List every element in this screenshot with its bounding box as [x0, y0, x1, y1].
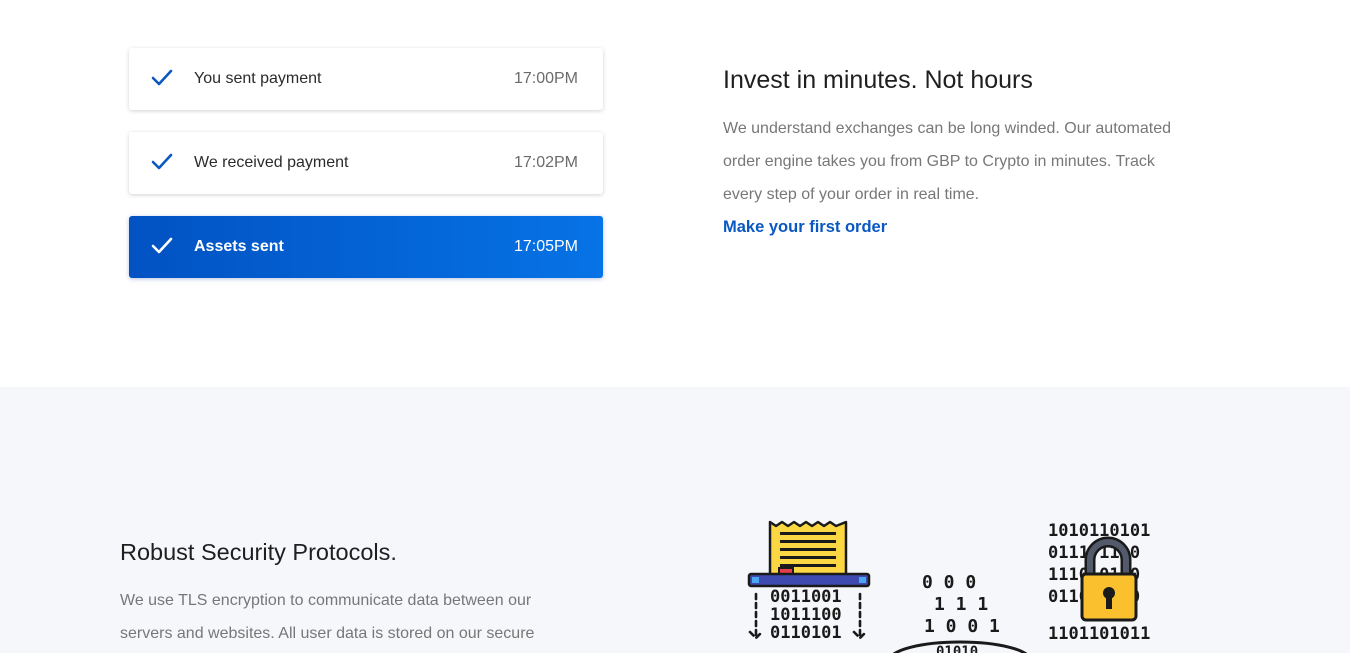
step-card-assets-sent: Assets sent 17:05PM	[129, 216, 603, 278]
binary-row: 1 0 0 1	[924, 616, 1000, 637]
binary-row: 0110101	[770, 623, 842, 643]
security-heading: Robust Security Protocols.	[120, 539, 397, 565]
document-shredder-icon: 0011001 1011100 0110101	[747, 520, 871, 643]
step-label: We received payment	[194, 154, 349, 171]
binary-row: 1101101011	[1048, 624, 1150, 644]
checkmark-icon	[151, 237, 173, 254]
order-tracking-section: You sent payment 17:00PM We received pay…	[0, 0, 1350, 387]
step-card-received-payment: We received payment 17:02PM	[129, 132, 603, 194]
checkmark-icon	[151, 69, 173, 86]
binary-row: 0 0 0	[922, 572, 976, 593]
security-description: We use TLS encryption to communicate dat…	[120, 592, 535, 642]
encrypted-lock-icon: 1010110101 0111 1110 1110 0110 0110 1110…	[1048, 521, 1150, 644]
checkmark-icon	[151, 153, 173, 170]
step-label: You sent payment	[194, 70, 322, 87]
binary-row: 1 1 1	[934, 594, 988, 615]
binary-row: 01010	[936, 644, 978, 653]
binary-row: 0011001	[770, 587, 842, 607]
step-card-sent-payment: You sent payment 17:00PM	[129, 48, 603, 110]
step-label: Assets sent	[194, 238, 284, 255]
invest-heading: Invest in minutes. Not hours	[723, 66, 1033, 94]
binary-cloud-icon: 0 0 0 1 1 1 1 0 0 1 01010	[892, 572, 1028, 653]
make-first-order-link[interactable]: Make your first order	[723, 218, 887, 237]
step-time: 17:00PM	[513, 70, 578, 87]
step-time: 17:02PM	[513, 154, 578, 171]
step-time: 17:05PM	[513, 238, 578, 255]
binary-row: 1010110101	[1048, 521, 1150, 541]
invest-description: We understand exchanges can be long wind…	[723, 120, 1171, 203]
binary-row: 1011100	[770, 605, 842, 625]
